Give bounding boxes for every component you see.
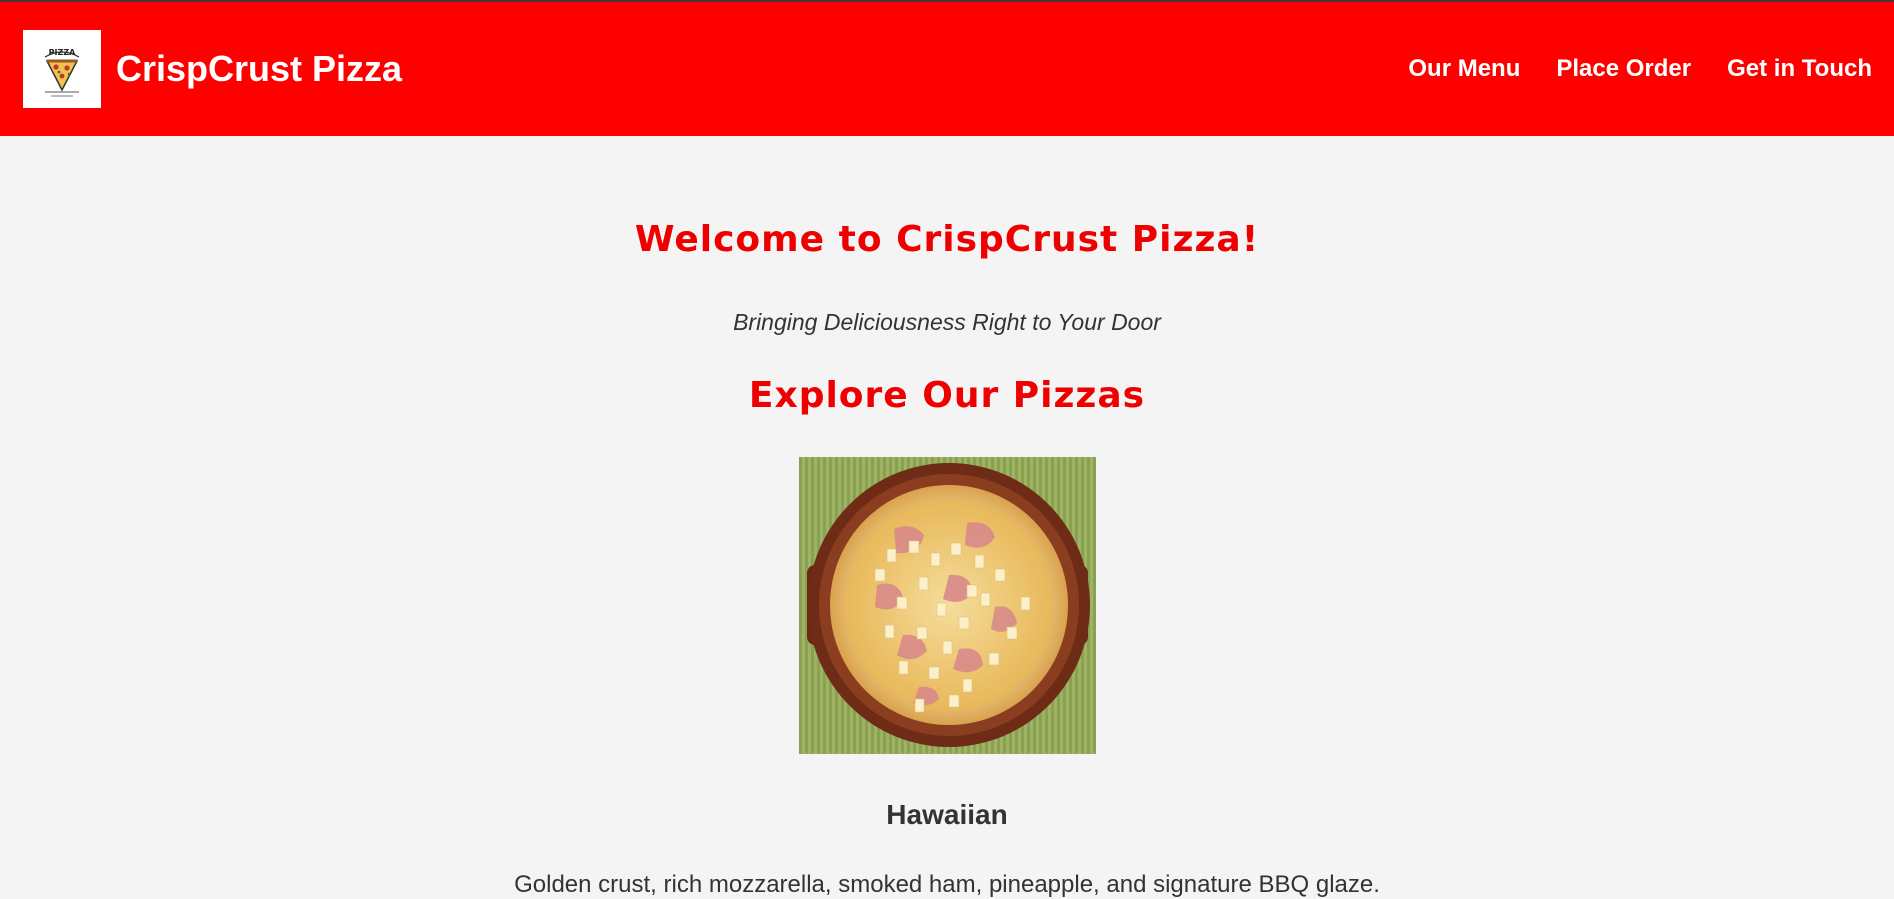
pizza-description: Golden crust, rich mozzarella, smoked ha… [514, 871, 1380, 898]
welcome-heading: Welcome to CrispCrust Pizza! [634, 219, 1260, 260]
main-content: Welcome to CrispCrust Pizza! Bringing De… [0, 136, 1894, 898]
logo-text: PIZZA [49, 48, 76, 57]
pizza-logo[interactable]: PIZZA [23, 30, 101, 108]
section-title: Explore Our Pizzas [748, 375, 1146, 416]
site-title: CrispCrust Pizza [116, 48, 403, 89]
tagline: Bringing Deliciousness Right to Your Doo… [733, 309, 1161, 335]
pizza-image-hawaiian[interactable] [799, 457, 1096, 754]
nav-link-our-menu[interactable]: Our Menu [1408, 55, 1520, 83]
nav-link-get-in-touch[interactable]: Get in Touch [1727, 55, 1872, 83]
pizza-slice-icon: PIZZA [44, 48, 80, 97]
pizza-name: Hawaiian [886, 799, 1008, 830]
main-nav: Our Menu Place Order Get in Touch [1408, 55, 1872, 83]
site-header: PIZZA CrispCrust Pizza Our Menu Place Or… [0, 2, 1894, 136]
nav-link-place-order[interactable]: Place Order [1556, 55, 1691, 83]
